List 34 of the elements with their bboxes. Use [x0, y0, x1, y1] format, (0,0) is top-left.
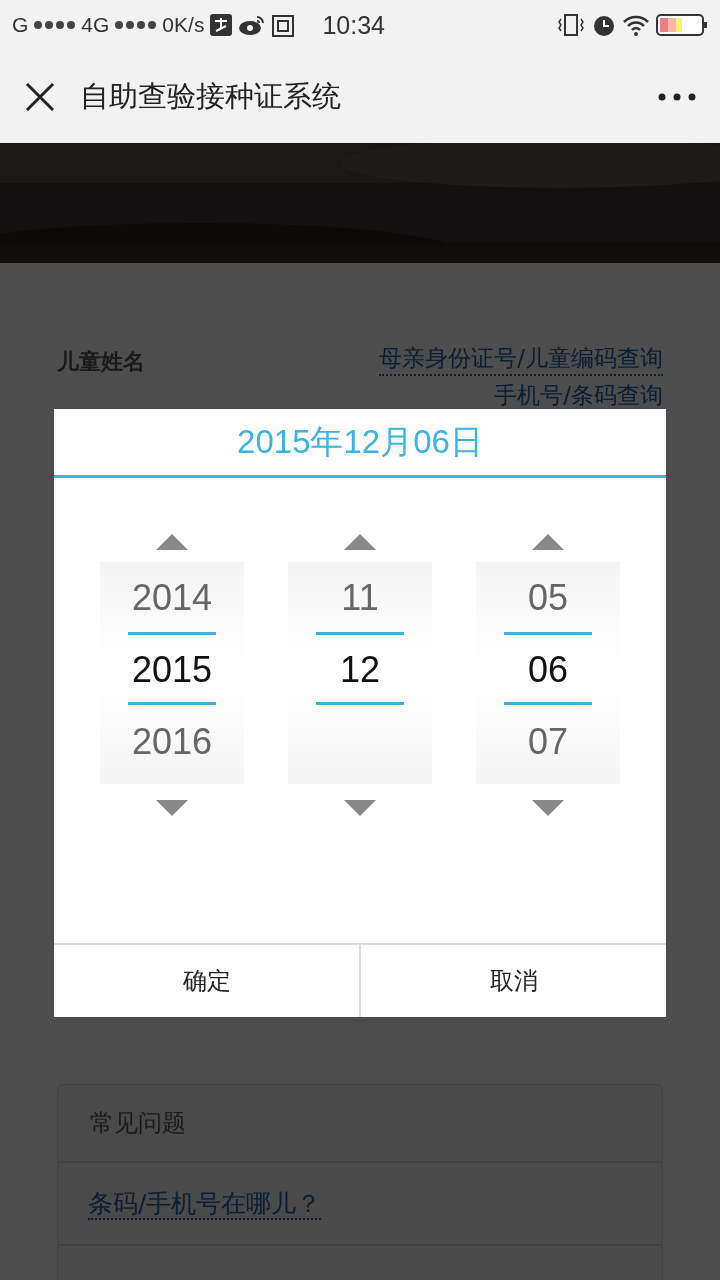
network-text: 4G — [81, 13, 110, 37]
battery-icon — [656, 13, 708, 37]
app-icon — [272, 13, 295, 37]
down-arrow-icon[interactable] — [156, 800, 188, 816]
picker-column[interactable]: 11 12 — [288, 562, 432, 784]
up-arrow-icon[interactable] — [156, 534, 188, 550]
up-arrow-icon[interactable] — [532, 534, 564, 550]
eye-icon — [238, 14, 267, 36]
dialog-title: 2015年12月06日 — [54, 409, 666, 478]
page-title: 自助查验接种证系统 — [80, 77, 342, 115]
down-arrow-icon[interactable] — [532, 800, 564, 816]
down-arrow-icon[interactable] — [344, 800, 376, 816]
carrier-text: G — [12, 13, 29, 37]
picker-column[interactable]: 05 06 07 — [476, 562, 620, 784]
speed-text: 0K/s — [162, 13, 205, 37]
picker-column[interactable]: 2014 2015 2016 — [100, 562, 244, 784]
picker-item[interactable]: 11 — [288, 562, 432, 634]
picker-item[interactable]: 07 — [476, 706, 620, 778]
alarm-icon — [592, 13, 616, 37]
picker-item[interactable]: 2014 — [100, 562, 244, 634]
picker-item[interactable]: 05 — [476, 562, 620, 634]
picker-item[interactable]: 2016 — [100, 706, 244, 778]
clock-text: 10:34 — [322, 10, 385, 40]
picker-item[interactable]: 2015 — [100, 634, 244, 706]
app-icon — [210, 14, 233, 36]
signal-icon — [34, 21, 76, 29]
up-arrow-icon[interactable] — [344, 534, 376, 550]
vibrate-icon — [556, 13, 586, 37]
wifi-icon — [622, 14, 650, 36]
close-icon[interactable] — [24, 80, 56, 113]
picker-item[interactable]: 06 — [476, 634, 620, 706]
signal-icon — [115, 21, 157, 29]
more-icon[interactable] — [658, 92, 696, 101]
picker-item[interactable]: 12 — [288, 634, 432, 706]
